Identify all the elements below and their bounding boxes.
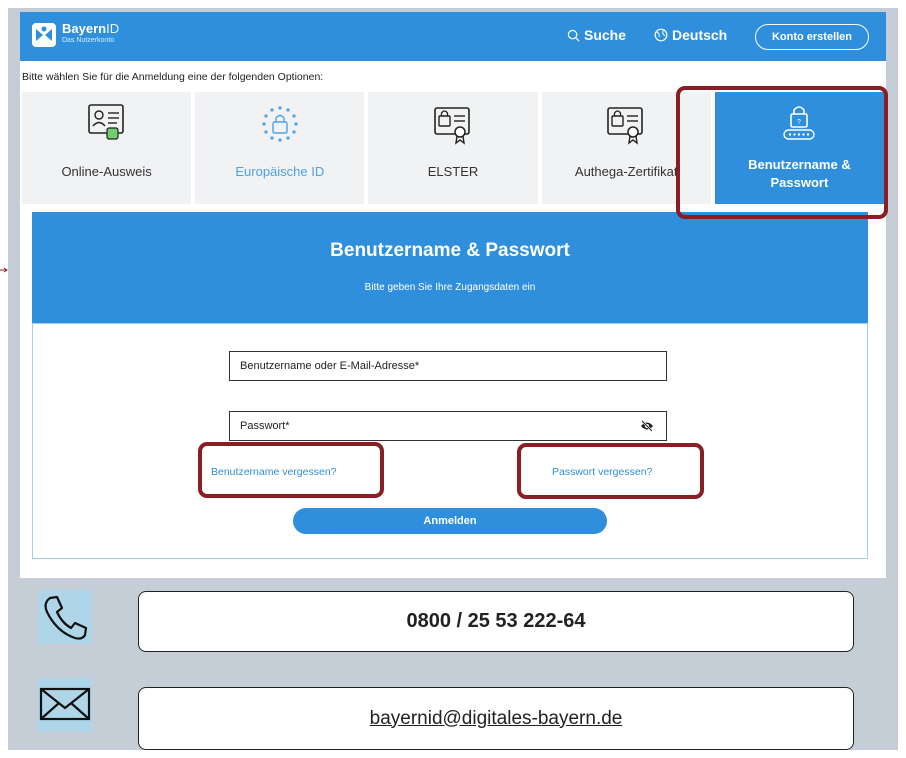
- login-button[interactable]: Anmelden: [293, 508, 607, 534]
- option-label: Online-Ausweis: [61, 164, 152, 179]
- certificate-icon: [607, 107, 644, 145]
- form-subtitle: Bitte geben Sie Ihre Zugangsdaten ein: [364, 282, 536, 293]
- highlight-username-password-option: [676, 86, 888, 219]
- form-header-banner: Benutzername & Passwort Bitte geben Sie …: [32, 212, 868, 323]
- option-label: Europäische ID: [235, 164, 325, 179]
- phone-icon-tile: [38, 590, 92, 644]
- create-account-button[interactable]: Konto erstellen: [755, 24, 869, 50]
- phone-number: 0800 / 25 53 222-64: [138, 591, 854, 652]
- certificate-icon: [434, 107, 470, 145]
- language-selector[interactable]: Deutsch: [654, 27, 727, 43]
- search-icon: [567, 29, 580, 41]
- search-link[interactable]: Suche: [567, 27, 626, 43]
- highlight-forgot-username: [198, 442, 384, 498]
- brand-subtitle: Das Nutzerkonto: [62, 37, 115, 44]
- mail-icon-tile: [38, 678, 92, 732]
- id-card-icon: [87, 104, 124, 140]
- bayernid-logo-icon[interactable]: [32, 23, 56, 47]
- form-title: Benutzername & Passwort: [330, 240, 570, 261]
- option-elster[interactable]: ELSTER: [368, 92, 538, 204]
- arrow-mark-icon: [0, 262, 8, 273]
- username-placeholder: Benutzername oder E-Mail-Adresse*: [240, 360, 420, 372]
- login-instruction: Bitte wählen Sie für die Anmeldung eine …: [22, 71, 324, 83]
- option-europaeische-id[interactable]: Europäische ID: [195, 92, 365, 204]
- globe-icon: [654, 28, 668, 42]
- phone-icon: [44, 595, 88, 640]
- password-placeholder: Passwort*: [240, 420, 290, 432]
- email-link[interactable]: bayernid@digitales-bayern.de: [138, 687, 854, 750]
- envelope-icon: [39, 687, 91, 721]
- eu-lock-icon: [262, 106, 298, 142]
- username-input[interactable]: Benutzername oder E-Mail-Adresse*: [229, 351, 667, 381]
- search-label: Suche: [584, 27, 627, 43]
- option-online-ausweis[interactable]: Online-Ausweis: [22, 92, 192, 204]
- password-input[interactable]: Passwort*: [229, 411, 667, 441]
- option-label: ELSTER: [427, 164, 479, 179]
- top-bar: BayernID Das Nutzerkonto Suche Deutsch K…: [20, 12, 886, 61]
- brand-id: ID: [106, 21, 120, 36]
- eye-slash-icon[interactable]: [640, 420, 654, 432]
- brand-name[interactable]: BayernID: [62, 22, 119, 36]
- highlight-forgot-password: [517, 443, 704, 499]
- brand-main: Bayern: [62, 21, 107, 36]
- login-form: Benutzername oder E-Mail-Adresse* Passwo…: [32, 323, 868, 559]
- language-label: Deutsch: [672, 27, 728, 43]
